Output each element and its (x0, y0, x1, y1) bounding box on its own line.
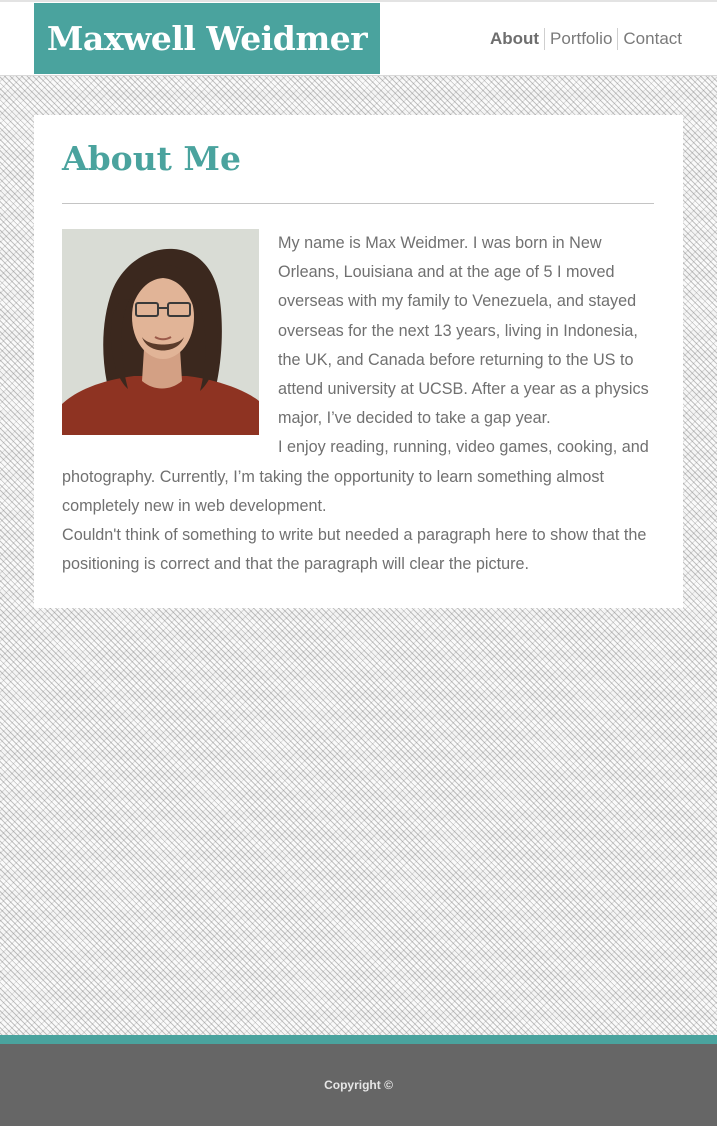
copyright-text: Copyright © (324, 1078, 393, 1092)
nav-portfolio-link[interactable]: Portfolio (544, 28, 617, 50)
nav-contact-link[interactable]: Contact (617, 28, 682, 50)
footer-accent-bar (0, 1035, 717, 1044)
page-background: Maxwell Weidmer About Portfolio Contact … (0, 0, 717, 1130)
page-title: About Me (62, 139, 241, 178)
about-paragraph-3: Couldn't think of something to write but… (62, 526, 647, 574)
site-title-box[interactable]: Maxwell Weidmer (34, 3, 380, 74)
main-nav: About Portfolio Contact (485, 28, 682, 50)
site-footer: Copyright © (0, 1044, 717, 1126)
site-header: Maxwell Weidmer About Portfolio Contact (0, 2, 717, 76)
title-divider (62, 203, 654, 204)
portrait-photo (62, 229, 259, 435)
site-title[interactable]: Maxwell Weidmer (47, 19, 368, 58)
about-paragraph-2: I enjoy reading, running, video games, c… (62, 438, 649, 515)
nav-about-link[interactable]: About (485, 28, 544, 50)
bottom-rule (0, 1126, 717, 1130)
about-content: My name is Max Weidmer. I was born in Ne… (62, 229, 654, 579)
about-card: About Me My name is Max Weidmer. I was b… (34, 115, 683, 608)
about-card-inner: About Me My name is Max Weidmer. I was b… (62, 115, 654, 579)
